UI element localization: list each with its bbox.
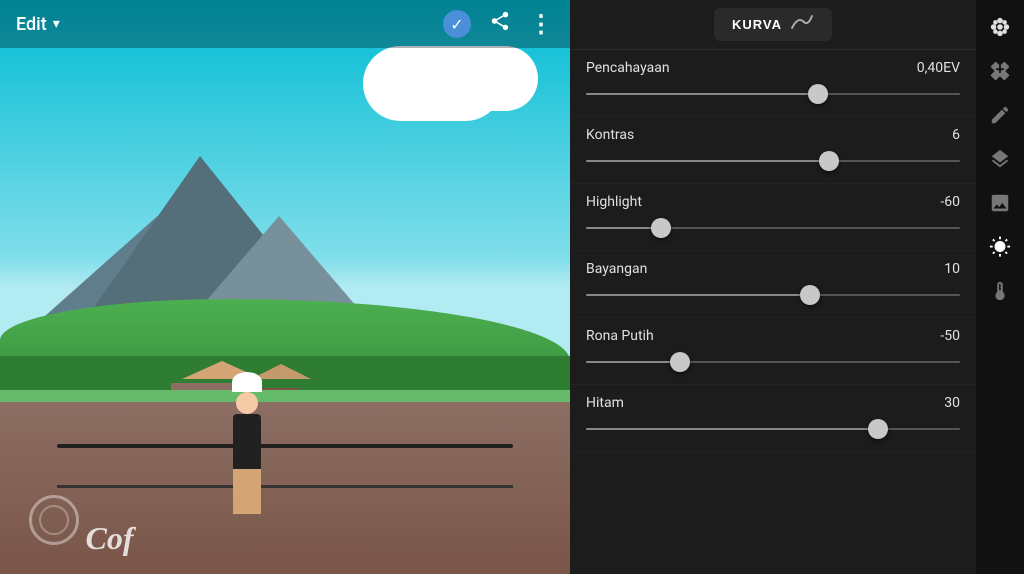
pencahayaan-track[interactable] — [586, 84, 960, 104]
brightness-icon[interactable] — [981, 228, 1019, 266]
pencahayaan-value: 0,40EV — [915, 60, 960, 76]
pencahayaan-slider-item: Pencahayaan 0,40EV — [570, 50, 976, 117]
edit-dropdown[interactable]: Edit ▾ — [16, 14, 60, 35]
temperature-icon[interactable] — [981, 272, 1019, 310]
controls-panel: KURVA Pencahayaan 0,40EV — [570, 0, 976, 574]
kurva-button[interactable]: KURVA — [714, 8, 832, 41]
kontras-label: Kontras — [586, 127, 634, 143]
more-icon[interactable]: ⋮ — [529, 10, 554, 38]
flower-icon[interactable] — [981, 8, 1019, 46]
bayangan-label: Bayangan — [586, 261, 647, 277]
heal-icon[interactable] — [981, 52, 1019, 90]
rona-putih-label: Rona Putih — [586, 328, 654, 344]
graffiti-text: Cof — [86, 520, 134, 557]
rona-putih-value: -50 — [915, 328, 960, 344]
edit-label: Edit — [16, 14, 47, 35]
highlight-label: Highlight — [586, 194, 642, 210]
kurva-label: KURVA — [732, 17, 782, 32]
highlight-track[interactable] — [586, 218, 960, 238]
hitam-label: Hitam — [586, 395, 624, 411]
confirm-button[interactable]: ✓ — [443, 10, 471, 38]
share-icon[interactable] — [489, 10, 511, 38]
bayangan-slider-item: Bayangan 10 — [570, 251, 976, 318]
highlight-value: -60 — [915, 194, 960, 210]
hitam-track[interactable] — [586, 419, 960, 439]
highlight-slider-item: Highlight -60 — [570, 184, 976, 251]
chevron-down-icon: ▾ — [53, 16, 60, 32]
kontras-track[interactable] — [586, 151, 960, 171]
photo-enhance-icon[interactable] — [981, 184, 1019, 222]
bayangan-value: 10 — [915, 261, 960, 277]
kontras-slider-item: Kontras 6 — [570, 117, 976, 184]
crop-icon[interactable] — [981, 96, 1019, 134]
curve-icon — [790, 14, 814, 35]
sliders-container: Pencahayaan 0,40EV Kontras 6 — [570, 50, 976, 452]
photo-panel: Edit ▾ ✓ ⋮ — [0, 0, 570, 574]
pencahayaan-label: Pencahayaan — [586, 60, 670, 76]
hitam-slider-item: Hitam 30 — [570, 385, 976, 452]
right-panel: KURVA Pencahayaan 0,40EV — [570, 0, 1024, 574]
hitam-value: 30 — [915, 395, 960, 411]
icon-sidebar — [976, 0, 1024, 574]
rona-putih-slider-item: Rona Putih -50 — [570, 318, 976, 385]
top-bar: Edit ▾ ✓ ⋮ — [0, 0, 570, 48]
controls-header: KURVA — [570, 0, 976, 50]
person-figure — [217, 377, 277, 517]
bayangan-track[interactable] — [586, 285, 960, 305]
layers-icon[interactable] — [981, 140, 1019, 178]
photo-image: Cof — [0, 0, 570, 574]
rona-putih-track[interactable] — [586, 352, 960, 372]
top-bar-actions: ✓ ⋮ — [443, 10, 554, 38]
kontras-value: 6 — [915, 127, 960, 143]
